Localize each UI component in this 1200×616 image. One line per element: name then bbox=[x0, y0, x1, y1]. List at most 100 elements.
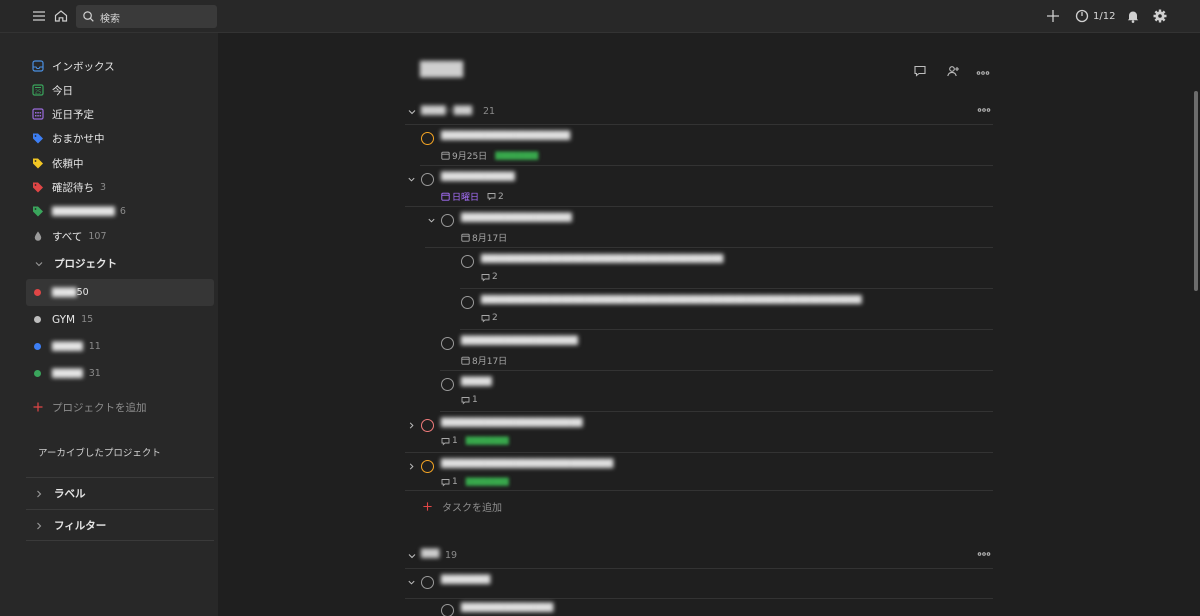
home-icon[interactable] bbox=[53, 8, 69, 24]
plus-icon bbox=[33, 402, 43, 412]
task-item[interactable]: █████ 1 bbox=[440, 371, 993, 412]
sidebar-item-all[interactable]: すべて 107 bbox=[26, 224, 214, 248]
task-meta: 9月25日 ████████ bbox=[441, 149, 538, 162]
add-project-button[interactable]: プロジェクトを追加 bbox=[26, 395, 214, 419]
task-date-text: 8月17日 bbox=[472, 357, 508, 367]
sidebar-item-label: ████████████ bbox=[52, 206, 115, 216]
scrollbar[interactable] bbox=[1194, 91, 1198, 291]
task-meta: 8月17日 bbox=[461, 231, 507, 244]
sidebar-project-item[interactable]: █████ 31 bbox=[26, 360, 214, 387]
section-header[interactable]: ███ 19 bbox=[405, 545, 993, 569]
projects-section-header[interactable]: プロジェクト bbox=[26, 256, 117, 271]
section-count: 19 bbox=[445, 550, 458, 561]
share-icon[interactable] bbox=[946, 64, 960, 78]
calendar-icon bbox=[441, 192, 450, 201]
sidebar-item-count: 107 bbox=[88, 230, 107, 242]
task-checkbox[interactable] bbox=[441, 378, 454, 391]
task-item[interactable]: ██████████████████ 8月17日 bbox=[425, 207, 993, 248]
task-item[interactable]: ████████ bbox=[405, 569, 993, 599]
top-bar: 検索 1/12 bbox=[0, 0, 1200, 33]
bell-icon[interactable] bbox=[1125, 8, 1141, 24]
project-color-dot bbox=[34, 370, 41, 377]
task-comment-count: 2 bbox=[492, 272, 498, 282]
sidebar-item-inbox[interactable]: インボックス bbox=[26, 54, 214, 78]
sidebar-project-item[interactable]: ████ 50 bbox=[26, 279, 214, 306]
task-date-text: 日曜日 bbox=[452, 193, 480, 203]
more-icon[interactable] bbox=[977, 105, 991, 115]
drop-icon bbox=[34, 231, 42, 241]
task-checkbox[interactable] bbox=[421, 460, 434, 473]
tag-icon bbox=[33, 206, 43, 217]
task-item[interactable]: ███████████████████████ 1 ████████ bbox=[405, 412, 993, 453]
task-item[interactable]: ████████████████████████████ 1 ████████ bbox=[405, 453, 993, 491]
calendar-icon bbox=[461, 356, 470, 365]
chevron-right-icon[interactable] bbox=[407, 421, 416, 430]
task-checkbox[interactable] bbox=[441, 604, 454, 616]
task-comments[interactable]: 2 bbox=[487, 192, 504, 202]
sidebar: インボックス 25 今日 近日予定 おまかせ中 依頼中 確認待ち 3 █████… bbox=[0, 33, 218, 616]
section-header[interactable]: ████・███ 21 bbox=[405, 101, 993, 125]
task-due-date: 日曜日 bbox=[441, 190, 479, 203]
plus-icon[interactable] bbox=[1045, 8, 1061, 24]
chevron-down-icon[interactable] bbox=[407, 578, 416, 587]
sidebar-project-gym[interactable]: GYM 15 bbox=[26, 306, 214, 333]
filters-section-header[interactable]: フィルター bbox=[26, 518, 106, 533]
gear-icon[interactable] bbox=[1152, 8, 1168, 24]
task-checkbox[interactable] bbox=[421, 576, 434, 589]
task-label-badge: ████████ bbox=[495, 151, 539, 160]
task-title: ████████████████████████████████████████… bbox=[481, 254, 724, 263]
comment-icon bbox=[461, 396, 470, 404]
sidebar-item-omakase[interactable]: おまかせ中 bbox=[26, 126, 214, 150]
chevron-right-icon[interactable] bbox=[407, 462, 416, 471]
chevron-down-icon[interactable] bbox=[407, 551, 417, 561]
projects-header-label: プロジェクト bbox=[54, 258, 117, 270]
task-item[interactable]: ████████████████████████████████████████… bbox=[460, 289, 993, 330]
sidebar-item-label: 依頼中 bbox=[52, 157, 84, 170]
task-comments[interactable]: 1 bbox=[441, 477, 458, 487]
sidebar-item-label: おまかせ中 bbox=[52, 132, 105, 145]
task-comment-count: 1 bbox=[472, 395, 478, 405]
task-comment-count: 1 bbox=[452, 436, 458, 446]
task-comments[interactable]: 2 bbox=[481, 313, 498, 323]
task-item[interactable]: ███████████████████ 8月17日 bbox=[440, 330, 993, 371]
task-item[interactable]: ████████████ 日曜日 2 bbox=[405, 166, 993, 207]
sidebar-item-upcoming[interactable]: 近日予定 bbox=[26, 102, 214, 126]
task-item[interactable]: ███████████████ bbox=[440, 599, 993, 616]
add-project-label: プロジェクトを追加 bbox=[52, 401, 147, 414]
sidebar-item-filter-green[interactable]: ████████████ 6 bbox=[26, 199, 214, 223]
menu-icon[interactable] bbox=[31, 8, 47, 24]
task-comments[interactable]: 2 bbox=[481, 272, 498, 282]
task-checkbox[interactable] bbox=[441, 337, 454, 350]
sidebar-item-irai[interactable]: 依頼中 bbox=[26, 151, 214, 175]
task-comments[interactable]: 1 bbox=[441, 436, 458, 446]
task-title: █████████████████████ bbox=[441, 131, 571, 140]
chevron-down-icon[interactable] bbox=[427, 216, 436, 225]
more-icon[interactable] bbox=[976, 66, 990, 80]
comment-icon bbox=[481, 314, 490, 322]
labels-section-header[interactable]: ラベル bbox=[26, 486, 86, 501]
chevron-down-icon[interactable] bbox=[407, 175, 416, 184]
sidebar-item-count: 3 bbox=[100, 181, 107, 193]
task-comments[interactable]: 1 bbox=[461, 395, 478, 405]
task-checkbox[interactable] bbox=[421, 419, 434, 432]
task-checkbox[interactable] bbox=[421, 132, 434, 145]
task-comment-count: 2 bbox=[498, 191, 504, 202]
task-checkbox[interactable] bbox=[461, 255, 474, 268]
task-checkbox[interactable] bbox=[441, 214, 454, 227]
divider bbox=[26, 540, 214, 541]
task-checkbox[interactable] bbox=[461, 296, 474, 309]
task-checkbox[interactable] bbox=[421, 173, 434, 186]
archived-projects-link[interactable]: アーカイブしたプロジェクト bbox=[26, 440, 214, 464]
sidebar-project-item[interactable]: █████ 11 bbox=[26, 333, 214, 360]
sidebar-item-today[interactable]: 25 今日 bbox=[26, 78, 214, 102]
comment-icon[interactable] bbox=[913, 64, 927, 78]
sidebar-item-kakunin[interactable]: 確認待ち 3 bbox=[26, 175, 214, 199]
more-icon[interactable] bbox=[977, 549, 991, 559]
sidebar-item-label: インボックス bbox=[52, 60, 115, 73]
productivity-button[interactable]: 1/12 bbox=[1075, 9, 1115, 23]
chevron-down-icon[interactable] bbox=[407, 107, 417, 117]
add-task-button[interactable]: タスクを追加 bbox=[422, 499, 502, 514]
task-item[interactable]: ████████████████████████████████████████… bbox=[460, 248, 993, 289]
search-input[interactable]: 検索 bbox=[76, 5, 217, 28]
task-item[interactable]: █████████████████████ 9月25日 ████████ bbox=[420, 125, 993, 166]
